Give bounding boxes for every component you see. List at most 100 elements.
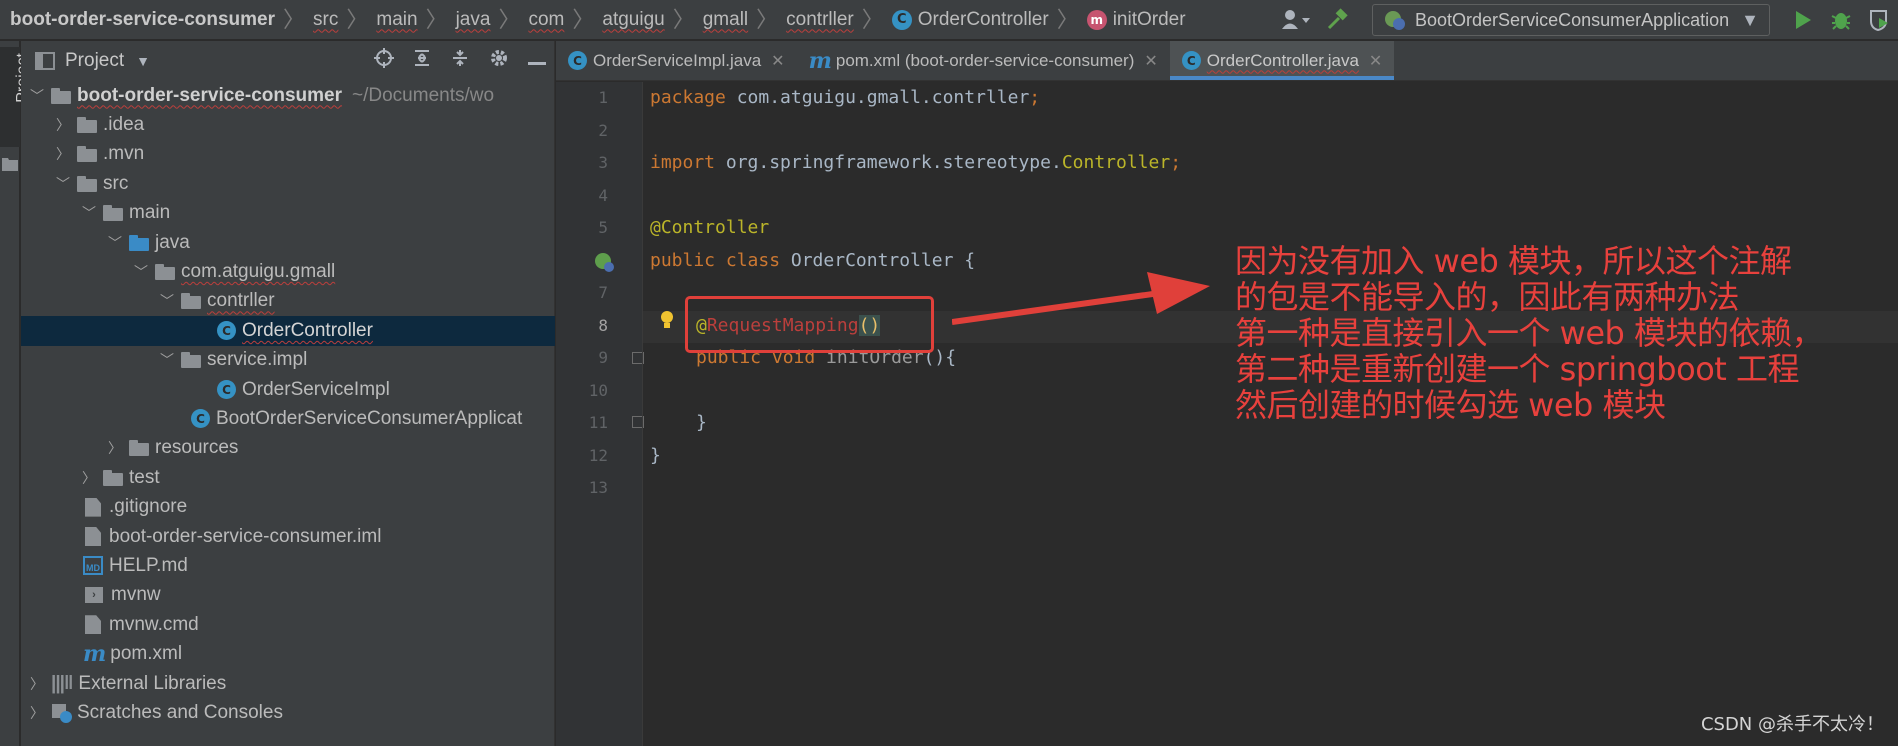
editor-gutter: 1 2 3 4 5 6 7 8 9 10 11 12 13 bbox=[556, 82, 644, 746]
spring-bean-icon[interactable] bbox=[593, 251, 615, 273]
tree-item-package[interactable]: ﹀ com.atguigu.gmall bbox=[21, 257, 555, 286]
tab-orderserviceimpl[interactable]: C OrderServiceImpl.java ✕ bbox=[556, 41, 797, 80]
chevron-down-icon[interactable]: ﹀ bbox=[159, 291, 175, 311]
chevron-down-icon[interactable]: ﹀ bbox=[29, 86, 45, 106]
line-number: 7 bbox=[598, 283, 608, 302]
navigation-bar: boot-order-service-consumer 〉 src 〉 main… bbox=[0, 0, 1898, 40]
breadcrumb-separator: 〉 bbox=[861, 6, 884, 32]
hide-panel-icon[interactable] bbox=[528, 50, 546, 72]
debug-icon[interactable] bbox=[1822, 5, 1860, 35]
breadcrumb-src[interactable]: src bbox=[313, 9, 338, 31]
chevron-right-icon[interactable]: 〉 bbox=[107, 438, 123, 458]
line-number: 3 bbox=[598, 153, 608, 172]
breadcrumb-com[interactable]: com bbox=[528, 9, 564, 31]
tree-item-src[interactable]: ﹀ src bbox=[21, 169, 555, 198]
collapse-all-icon[interactable] bbox=[450, 48, 470, 74]
tree-item-test[interactable]: 〉 test bbox=[21, 463, 555, 492]
editor-tabs: C OrderServiceImpl.java ✕ m pom.xml (boo… bbox=[556, 41, 1898, 81]
tree-item-pom[interactable]: m pom.xml bbox=[21, 639, 555, 668]
tree-item-root[interactable]: ﹀ boot-order-service-consumer ~/Document… bbox=[21, 81, 555, 110]
chevron-right-icon[interactable]: 〉 bbox=[81, 468, 97, 488]
annotation-arrow bbox=[952, 272, 1210, 325]
folder-icon bbox=[103, 205, 123, 222]
chevron-down-icon[interactable]: ▼ bbox=[136, 53, 150, 69]
chevron-right-icon[interactable]: 〉 bbox=[55, 115, 71, 135]
user-icon[interactable] bbox=[1274, 5, 1318, 35]
folder-icon bbox=[2, 158, 18, 171]
build-hammer-icon[interactable] bbox=[1318, 5, 1358, 35]
module-folder-icon bbox=[51, 87, 71, 104]
breadcrumb-contrller[interactable]: contrller bbox=[786, 9, 854, 31]
breadcrumb-initorder[interactable]: m initOrder bbox=[1086, 9, 1186, 31]
tree-item-help-md[interactable]: MD HELP.md bbox=[21, 551, 555, 580]
resources-folder-icon bbox=[129, 440, 149, 457]
tree-item-main[interactable]: ﹀ main bbox=[21, 199, 555, 228]
breadcrumb-gmall[interactable]: gmall bbox=[703, 9, 748, 31]
class-icon: C bbox=[891, 9, 912, 30]
chevron-down-icon[interactable]: ﹀ bbox=[107, 233, 123, 253]
tree-item-java[interactable]: ﹀ java bbox=[21, 228, 555, 257]
chevron-right-icon[interactable]: 〉 bbox=[55, 144, 71, 164]
run-icon[interactable] bbox=[1784, 5, 1822, 35]
tree-item-iml[interactable]: boot-order-service-consumer.iml bbox=[21, 522, 555, 551]
chevron-down-icon[interactable]: ﹀ bbox=[81, 203, 97, 223]
chevron-right-icon[interactable]: 〉 bbox=[29, 674, 45, 694]
chevron-down-icon[interactable]: ﹀ bbox=[55, 174, 71, 194]
tree-item-contrller[interactable]: ﹀ contrller bbox=[21, 287, 555, 316]
tree-item-external-libraries[interactable]: 〉 |||‖ External Libraries bbox=[21, 669, 555, 698]
breadcrumb-atguigu[interactable]: atguigu bbox=[602, 9, 664, 31]
class-icon: C bbox=[217, 380, 236, 400]
chevron-down-icon: ▼ bbox=[1741, 9, 1759, 30]
chevron-right-icon[interactable]: 〉 bbox=[29, 703, 45, 723]
breadcrumb-project[interactable]: boot-order-service-consumer bbox=[10, 9, 275, 31]
coverage-icon[interactable] bbox=[1860, 5, 1898, 35]
method-icon: m bbox=[1086, 9, 1107, 30]
watermark: CSDN @杀手不太冷！ bbox=[1700, 714, 1884, 735]
project-tool-tab[interactable]: Project bbox=[0, 47, 31, 147]
line-number: 5 bbox=[598, 218, 608, 237]
line-number: 10 bbox=[588, 380, 608, 400]
tab-ordercontroller[interactable]: C OrderController.java ✕ bbox=[1169, 41, 1395, 80]
tree-item-application[interactable]: C BootOrderServiceConsumerApplicat bbox=[21, 404, 555, 433]
tree-item-gitignore[interactable]: .gitignore bbox=[21, 492, 555, 521]
breadcrumb-separator: 〉 bbox=[283, 6, 306, 32]
tree-item-orderserviceimpl[interactable]: C OrderServiceImpl bbox=[21, 375, 555, 404]
breadcrumb-ordercontroller[interactable]: C OrderController bbox=[891, 9, 1049, 31]
breadcrumb-separator: 〉 bbox=[572, 6, 595, 32]
chevron-down-icon[interactable]: ﹀ bbox=[133, 262, 149, 282]
file-icon bbox=[85, 615, 101, 635]
run-configuration-select[interactable]: BootOrderServiceConsumerApplication ▼ bbox=[1372, 4, 1770, 36]
tab-pom-xml[interactable]: m pom.xml (boot-order-service-consumer) … bbox=[797, 41, 1170, 80]
breadcrumb-main[interactable]: main bbox=[376, 9, 417, 31]
tree-item-mvnw-cmd[interactable]: mvnw.cmd bbox=[21, 610, 555, 639]
tree-item-scratches[interactable]: 〉 Scratches and Consoles bbox=[21, 698, 555, 727]
breadcrumb-separator: 〉 bbox=[756, 6, 779, 32]
line-number: 1 bbox=[598, 88, 608, 107]
chevron-down-icon[interactable]: ﹀ bbox=[159, 350, 175, 370]
tree-item-idea[interactable]: 〉 .idea bbox=[21, 110, 555, 139]
close-icon[interactable]: ✕ bbox=[771, 51, 784, 71]
breadcrumb-separator: 〉 bbox=[346, 6, 369, 32]
libraries-icon: |||‖ bbox=[51, 672, 73, 694]
tree-item-ordercontroller[interactable]: C OrderController bbox=[21, 316, 555, 346]
tree-item-service-impl[interactable]: ﹀ service.impl bbox=[21, 346, 555, 375]
gear-icon[interactable] bbox=[488, 47, 510, 75]
close-icon[interactable]: ✕ bbox=[1369, 51, 1382, 71]
expand-all-icon[interactable] bbox=[412, 48, 432, 74]
file-icon bbox=[85, 527, 101, 547]
tree-item-mvn[interactable]: 〉 .mvn bbox=[21, 140, 555, 169]
project-panel-header: Project ▼ bbox=[21, 41, 554, 81]
tree-item-resources[interactable]: 〉 resources bbox=[21, 434, 555, 463]
line-number: 4 bbox=[598, 185, 608, 205]
breadcrumb-java[interactable]: java bbox=[456, 9, 491, 31]
line-number: 8 bbox=[598, 315, 608, 335]
spring-boot-class-icon: C bbox=[191, 409, 210, 429]
tree-item-mvnw[interactable]: › mvnw bbox=[21, 581, 555, 610]
toolbar-right: BootOrderServiceConsumerApplication ▼ bbox=[1274, 0, 1898, 40]
source-folder-icon bbox=[129, 234, 149, 251]
lightbulb-icon[interactable] bbox=[660, 310, 674, 330]
project-panel-title[interactable]: Project bbox=[65, 50, 124, 72]
locate-target-icon[interactable] bbox=[374, 48, 394, 74]
maven-icon: m bbox=[808, 47, 832, 74]
close-icon[interactable]: ✕ bbox=[1144, 51, 1157, 71]
